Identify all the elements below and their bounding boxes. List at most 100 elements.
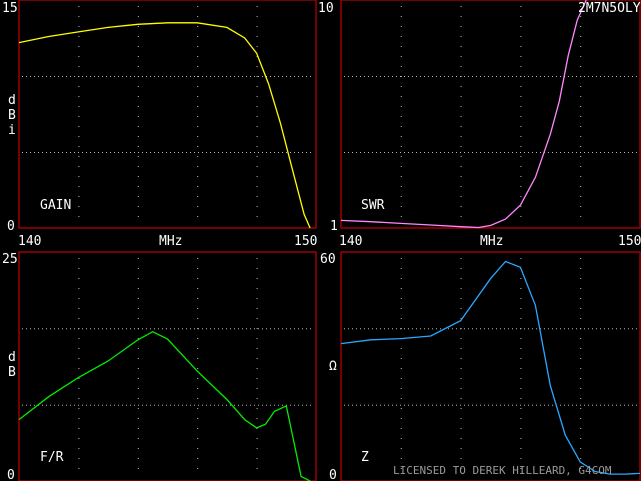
grid-dot	[210, 328, 211, 330]
grid-dot	[400, 216, 402, 217]
grid-dot	[512, 76, 513, 77]
grid-dot	[588, 152, 589, 153]
grid-dot	[448, 404, 449, 406]
grid-dot	[368, 404, 369, 406]
grid-dot	[436, 152, 437, 153]
grid-dot	[110, 328, 111, 330]
grid-dot	[278, 404, 279, 406]
grid-dot	[118, 328, 119, 330]
swr-panel-label: SWR	[361, 198, 385, 213]
grid-dot	[158, 152, 159, 153]
grid-dot	[584, 76, 585, 77]
grid-dot	[476, 404, 477, 406]
grid-dot	[62, 328, 63, 330]
grid-dot	[460, 176, 462, 177]
grid-dot	[310, 76, 311, 77]
grid-dot	[548, 404, 549, 406]
grid-dot	[226, 404, 227, 406]
grid-dot	[364, 404, 365, 406]
grid-dot	[78, 116, 80, 117]
grid-dot	[256, 106, 258, 107]
license-text: LICENSED TO DEREK HILLEARD, G4COM	[393, 464, 612, 477]
grid-dot	[256, 176, 258, 177]
grid-dot	[142, 152, 143, 153]
grid-dot	[102, 76, 103, 77]
grid-dot	[520, 56, 522, 57]
grid-dot	[520, 106, 522, 107]
grid-dot	[480, 328, 481, 330]
grid-dot	[197, 288, 199, 289]
grid-dot	[400, 46, 402, 47]
grid-dot	[400, 166, 402, 167]
grid-dot	[46, 76, 47, 77]
grid-dot	[568, 76, 569, 77]
grid-dot	[460, 298, 462, 299]
grid-dot	[178, 328, 179, 330]
grid-dot	[576, 76, 577, 77]
grid-dot	[400, 388, 402, 389]
grid-dot	[166, 152, 167, 153]
grid-dot	[298, 328, 299, 330]
grid-dot	[580, 126, 582, 127]
grid-dot	[400, 76, 401, 77]
grid-dot	[262, 328, 263, 330]
grid-dot	[368, 328, 369, 330]
grid-dot	[520, 288, 522, 289]
grid-dot	[286, 152, 287, 153]
grid-dot	[256, 298, 258, 299]
grid-dot	[137, 6, 139, 7]
grid-dot	[54, 404, 55, 406]
grid-dot	[137, 176, 139, 177]
grid-dot	[580, 358, 582, 359]
grid-dot	[78, 196, 80, 197]
grid-dot	[492, 152, 493, 153]
grid-dot	[137, 418, 139, 419]
grid-dot	[306, 152, 307, 153]
grid-dot	[266, 404, 267, 406]
grid-dot	[404, 328, 405, 330]
grid-dot	[612, 76, 613, 77]
grid-dot	[580, 96, 582, 97]
grid-dot	[30, 76, 31, 77]
grid-dot	[137, 268, 139, 269]
grid-dot	[608, 404, 609, 406]
grid-dot	[460, 268, 462, 269]
grid-dot	[197, 278, 199, 279]
grid-dot	[114, 76, 115, 77]
grid-dot	[612, 152, 613, 153]
grid-dot	[137, 458, 139, 459]
grid-dot	[460, 408, 462, 409]
grid-dot	[400, 398, 402, 399]
grid-dot	[302, 76, 303, 77]
grid-dot	[202, 152, 203, 153]
grid-dot	[22, 152, 23, 153]
grid-dot	[520, 458, 522, 459]
grid-dot	[66, 76, 67, 77]
grid-dot	[392, 404, 393, 406]
grid-dot	[210, 76, 211, 77]
grid-dot	[258, 76, 259, 77]
grid-dot	[174, 328, 175, 330]
grid-dot	[580, 186, 582, 187]
grid-dot	[137, 258, 139, 259]
grid-dot	[520, 404, 521, 406]
grid-dot	[460, 258, 462, 259]
grid-dot	[138, 152, 139, 153]
grid-dot	[580, 116, 582, 117]
grid-dot	[460, 418, 462, 419]
grid-dot	[460, 206, 462, 207]
grid-dot	[504, 404, 505, 406]
grid-dot	[596, 152, 597, 153]
grid-dot	[580, 378, 582, 379]
grid-dot	[580, 458, 582, 459]
grid-dot	[178, 152, 179, 153]
grid-dot	[197, 348, 199, 349]
grid-dot	[197, 46, 199, 47]
grid-dot	[256, 126, 258, 127]
gain-x-tick-end: 150	[294, 234, 317, 249]
grid-dot	[376, 328, 377, 330]
grid-dot	[460, 428, 462, 429]
grid-dot	[214, 76, 215, 77]
grid-dot	[250, 328, 251, 330]
grid-dot	[306, 404, 307, 406]
